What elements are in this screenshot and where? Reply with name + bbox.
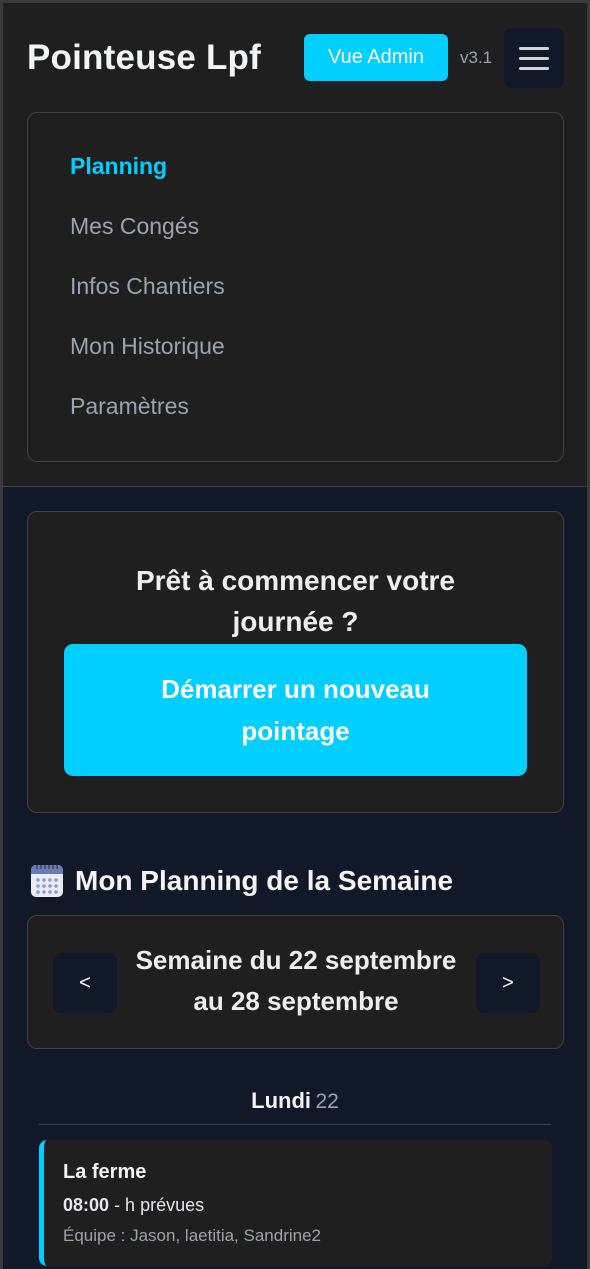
calendar-icon [31,865,63,897]
day-number: 22 [315,1090,339,1113]
week-range-label: Semaine du 22 septembre au 28 septembre [135,945,457,1016]
nav-item-conges[interactable]: Mes Congés [70,213,199,240]
nav-menu: Planning Mes Congés Infos Chantiers Mon … [27,112,564,462]
app-title: Pointeuse Lpf [27,38,261,77]
top-header: Pointeuse Lpf Vue Admin v3.1 Planning Me… [0,0,590,487]
start-tracking-button[interactable]: Démarrer un nouveau pointage [64,644,527,776]
nav-item-chantiers[interactable]: Infos Chantiers [70,273,225,300]
start-prompt: Prêt à commencer votre journée ? [135,565,456,637]
next-week-button[interactable]: > [476,953,540,1013]
planning-section-title: Mon Planning de la Semaine [31,865,453,897]
hamburger-icon[interactable] [504,28,564,88]
shift-card[interactable]: La ferme 08:00 - h prévues Équipe : Jaso… [39,1140,552,1266]
admin-view-button[interactable]: Vue Admin [304,34,448,81]
shift-team: Équipe : Jason, laetitia, Sandrine2 [63,1226,322,1245]
version-label: v3.1 [460,48,493,67]
nav-item-historique[interactable]: Mon Historique [70,333,225,360]
day-header: Lundi 22 [39,1088,551,1125]
shift-start-time: 08:00 [63,1195,110,1215]
hamburger-line [519,46,549,50]
hamburger-line [519,66,549,70]
previous-week-button[interactable]: < [53,953,117,1013]
hamburger-line [519,56,549,60]
week-navigator: < Semaine du 22 septembre au 28 septembr… [27,915,564,1049]
shift-hours: - h prévues [114,1195,205,1215]
start-day-card: Prêt à commencer votre journée ? Démarre… [27,511,564,813]
planning-title: Mon Planning de la Semaine [75,865,454,896]
nav-item-parametres[interactable]: Paramètres [70,393,189,420]
nav-item-planning[interactable]: Planning [70,153,167,180]
shift-site: La ferme [63,1161,147,1183]
shift-time: 08:00 - h prévues [63,1195,204,1216]
day-name: Lundi [251,1088,312,1113]
